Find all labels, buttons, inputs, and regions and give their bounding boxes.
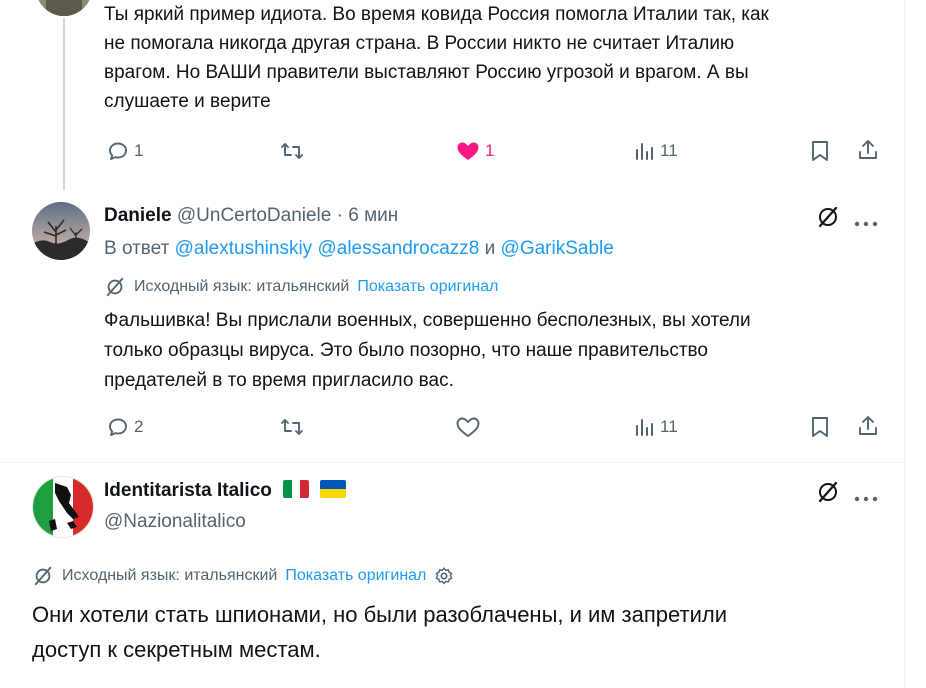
settings-gear-icon[interactable] [434,566,454,586]
post-text-line: доступ к секретным местам. [32,637,321,662]
post-text: Фальшивка! Вы прислали военных, совершен… [104,306,751,396]
thread-line [63,18,65,190]
timestamp[interactable]: 6 мин [348,205,398,226]
column-border [904,0,905,688]
share-button[interactable] [856,138,880,167]
analytics-icon [636,143,653,160]
mention-link[interactable]: @alessandrocazz8 [317,238,479,259]
share-button[interactable] [856,414,880,443]
analytics-icon [636,419,653,436]
post-text-line: слушаете и верите [104,91,271,112]
heart-icon [456,417,480,438]
bookmark-icon [812,141,828,161]
post-text-line: предателей в то время пригласило вас. [104,370,454,391]
mention-link[interactable]: @GarikSable [501,238,614,259]
repost-button[interactable] [279,139,305,163]
repost-icon [281,143,303,159]
grok-icon [818,481,838,503]
more-options-button[interactable] [854,214,878,232]
share-icon [859,416,877,435]
author-handle[interactable]: @Nazionalitalico [104,511,246,533]
more-icon [854,221,878,227]
thread-feed: Ты яркий пример идиота. Во время ковида … [0,0,904,688]
translation-label: Исходный язык: итальянский [134,278,350,295]
reply-to: В ответ @alextushinskiy @alessandrocazz8… [104,238,614,260]
views-button[interactable]: 11 [634,415,678,439]
grok-button[interactable] [816,480,840,509]
reply-button[interactable]: 1 [106,139,143,163]
reply-count: 2 [134,417,144,436]
share-icon [859,140,877,159]
like-button[interactable]: 1 [455,139,494,163]
author-handle[interactable]: @UnCertoDaniele [177,205,331,226]
avatar[interactable] [36,0,92,16]
reply-icon [109,418,127,436]
post-header: Daniele @UnCertoDaniele · 6 мин [104,205,398,227]
more-options-button[interactable] [854,489,878,507]
show-original-link[interactable]: Показать оригинал [285,567,426,585]
reply-button[interactable]: 2 [106,415,143,439]
avatar[interactable] [32,202,90,260]
translate-icon [106,277,124,297]
grok-button[interactable] [816,205,840,234]
post-text-line: Ты яркий пример идиота. Во время ковида … [104,4,769,25]
post-text-line: Они хотели стать шпионами, но были разоб… [32,602,728,627]
bookmark-button[interactable] [809,415,831,444]
post-header: Identitarista Italico [104,480,347,502]
mention-conjunction: и [484,238,496,259]
author-name[interactable]: Identitarista Italico [104,480,272,501]
post-text-line: только образцы вируса. Это было позорно,… [104,340,709,361]
reply-prefix: В ответ [104,238,170,259]
reply-icon [109,142,127,160]
translation-notice: Исходный язык: итальянский Показать ориг… [104,276,498,298]
bookmark-icon [812,417,828,437]
author-name[interactable]: Daniele [104,205,172,226]
translate-icon [34,566,52,586]
reply-count: 1 [134,141,144,160]
repost-icon [281,419,303,435]
mention-link[interactable]: @alextushinskiy [175,238,313,259]
italy-flag-icon [283,480,310,498]
more-icon [854,496,878,502]
heart-filled-icon [457,142,479,160]
post-text-line: не помогала никогда другая страна. В Рос… [104,33,735,54]
views-button[interactable]: 11 [634,139,678,163]
ukraine-flag-icon [320,480,347,498]
translation-notice: Исходный язык: итальянский Показать ориг… [32,565,454,587]
avatar[interactable] [32,476,94,538]
post-text: Они хотели стать шпионами, но были разоб… [32,597,727,667]
post-text-line: Фальшивка! Вы прислали военных, совершен… [104,310,751,331]
post-text-line: врагом. Но ВАШИ правители выставляют Рос… [104,62,749,83]
divider [0,462,904,463]
bookmark-button[interactable] [809,139,831,168]
show-original-link[interactable]: Показать оригинал [357,278,498,296]
grok-icon [818,206,838,228]
post-text: Ты яркий пример идиота. Во время ковида … [104,0,769,116]
separator-dot: · [336,205,343,226]
translation-label: Исходный язык: итальянский [62,567,278,584]
repost-button[interactable] [279,415,305,439]
like-button[interactable] [455,415,481,439]
view-count: 11 [660,417,678,436]
view-count: 11 [660,141,678,160]
like-count: 1 [485,141,495,160]
